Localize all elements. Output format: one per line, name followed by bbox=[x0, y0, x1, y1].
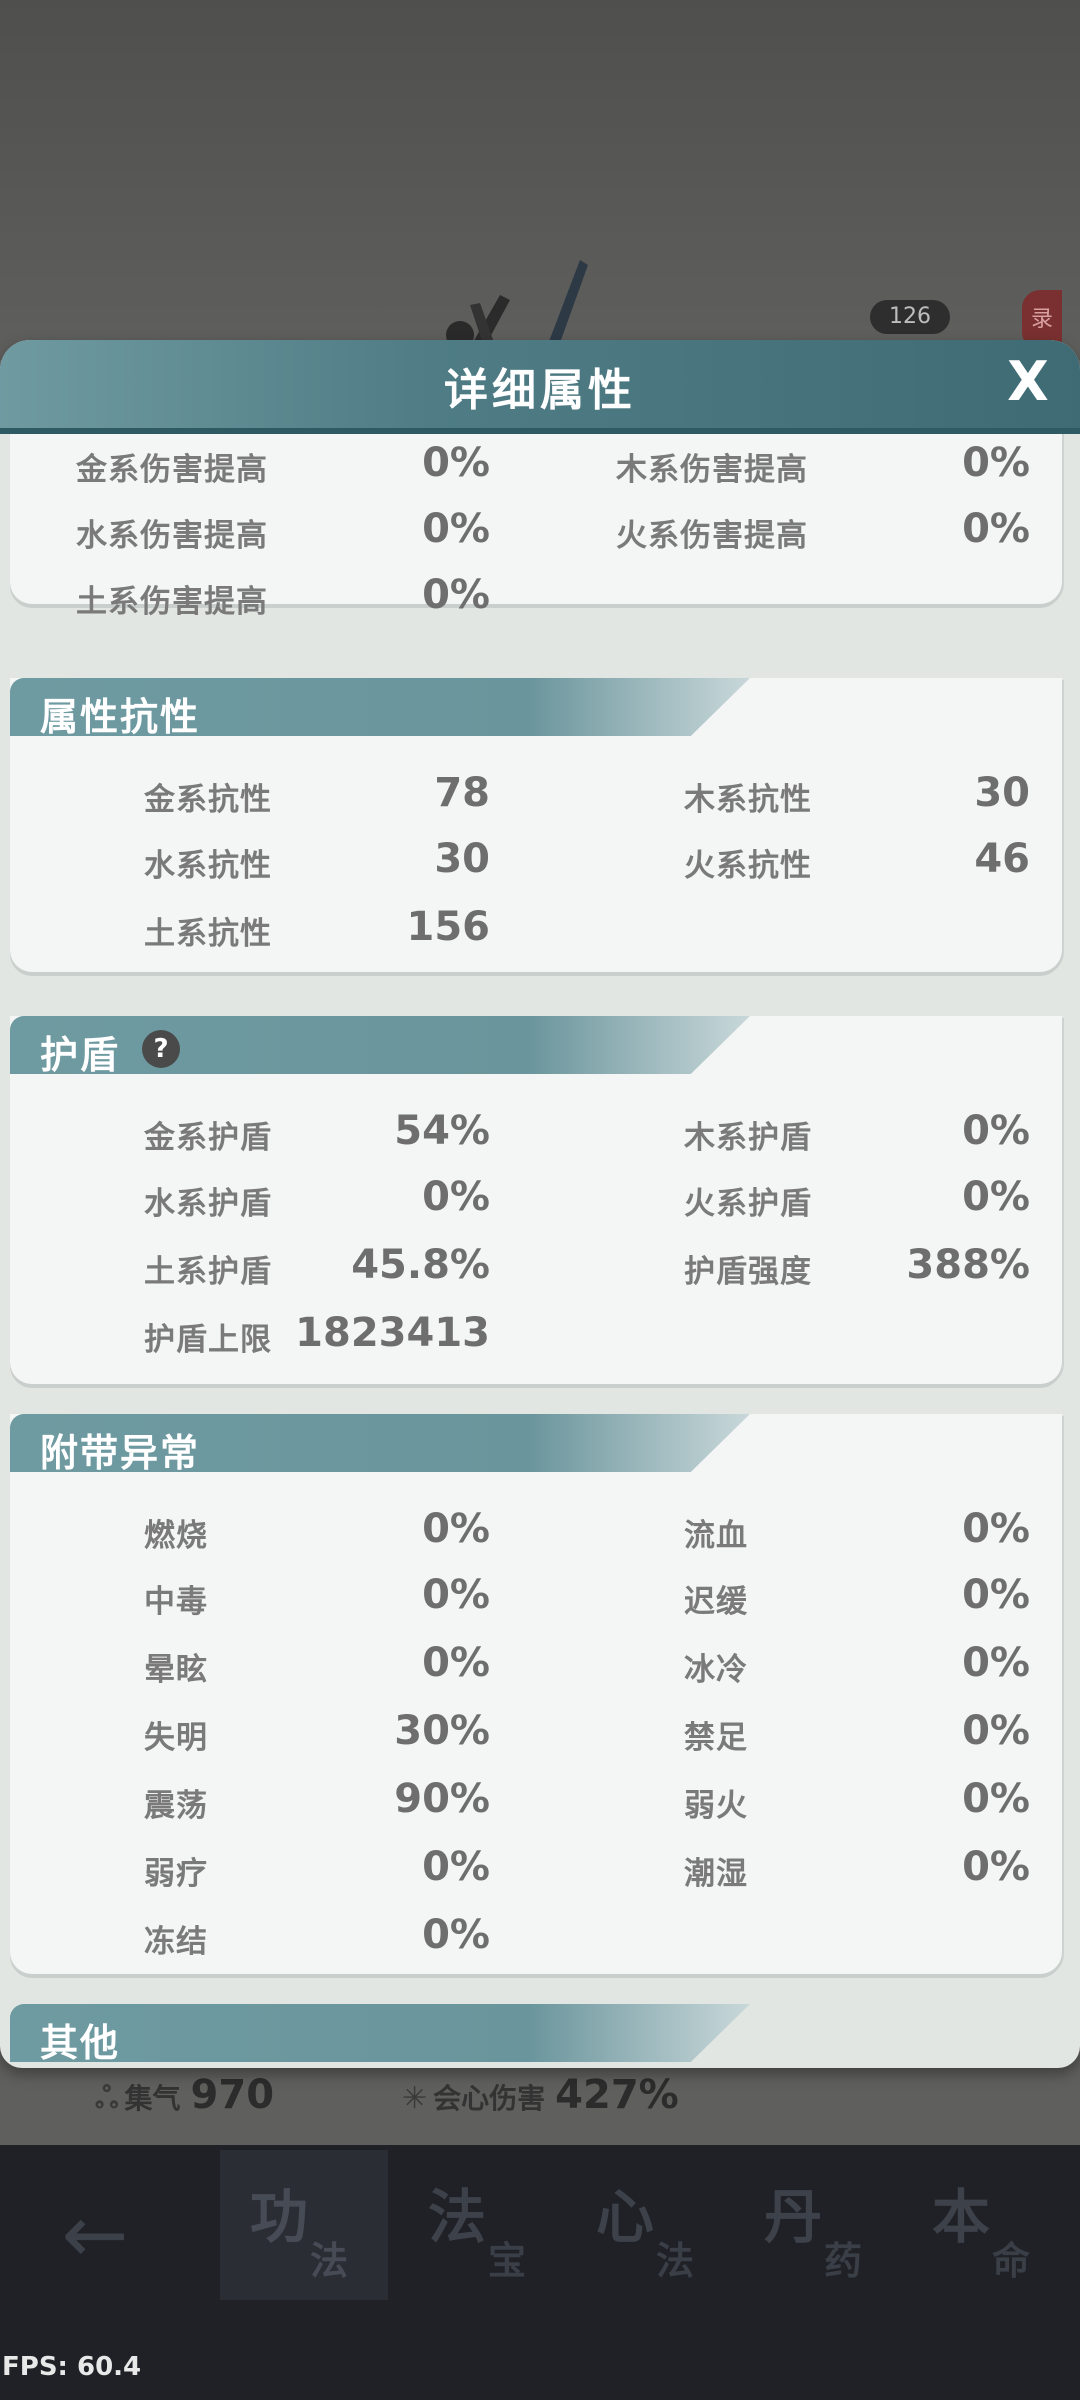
stat-value: 30 bbox=[974, 770, 1030, 816]
stat-label: 震荡 bbox=[144, 1788, 208, 1824]
level-badge: 126 bbox=[870, 300, 950, 334]
tab-gongfa[interactable]: 功 法 bbox=[220, 2150, 388, 2300]
stat-value: 0% bbox=[962, 1640, 1030, 1686]
tab-label: 命 bbox=[992, 2239, 1031, 2283]
stat-label: 中毒 bbox=[144, 1584, 208, 1620]
stat-value: 156 bbox=[406, 904, 491, 950]
stat-value: 1823413 bbox=[295, 1310, 490, 1356]
swirl-icon: ஃ bbox=[95, 2081, 119, 2116]
dialog-title: 详细属性 bbox=[444, 365, 636, 416]
stat-value: 0% bbox=[422, 572, 490, 618]
abnormal-card: 燃烧 0% 流血 0% 中毒 0% 迟缓 0% 晕眩 0% 冰冷 0% 失明 3… bbox=[10, 1414, 1062, 1974]
stat-value: 0% bbox=[422, 1174, 490, 1220]
stat-label: 集气 bbox=[124, 2082, 181, 2115]
tab-danyao[interactable]: 丹 药 bbox=[734, 2150, 902, 2300]
tab-icon-text: 丹 bbox=[764, 2183, 823, 2251]
stat-value: 388% bbox=[906, 1242, 1030, 1288]
stat-value: 0% bbox=[422, 1844, 490, 1890]
stat-label: 会心伤害 bbox=[433, 2082, 546, 2115]
stat-label: 流血 bbox=[684, 1518, 748, 1554]
stat-value: 0% bbox=[422, 1506, 490, 1552]
stat-value: 90% bbox=[394, 1776, 490, 1822]
tab-benming[interactable]: 本 命 bbox=[902, 2150, 1070, 2300]
stat-value: 0% bbox=[422, 1912, 490, 1958]
stat-label: 燃烧 bbox=[144, 1518, 208, 1554]
tab-xinfa[interactable]: 心 法 bbox=[566, 2150, 734, 2300]
stat-label: 迟缓 bbox=[684, 1584, 748, 1620]
stat-value: 0% bbox=[422, 440, 490, 486]
stat-value: 0% bbox=[422, 1640, 490, 1686]
detail-attributes-dialog: 详细属性 X 金系伤害提高 0% 木系伤害提高 0% 水系伤害提高 0% 火系伤… bbox=[0, 340, 1080, 2068]
damage-boost-card: 金系伤害提高 0% 木系伤害提高 0% 水系伤害提高 0% 火系伤害提高 0% … bbox=[10, 434, 1062, 620]
section-title: 护盾 bbox=[40, 1033, 121, 1077]
section-title: 附带异常 bbox=[40, 1431, 201, 1475]
crit-star-icon: ✳ bbox=[402, 2081, 428, 2116]
section-header-resistance: 属性抗性 bbox=[10, 678, 750, 736]
stat-value: 0% bbox=[962, 1708, 1030, 1754]
stat-value: 30% bbox=[394, 1708, 490, 1754]
back-arrow-icon[interactable]: ← bbox=[40, 2190, 150, 2280]
stat-value: 0% bbox=[422, 1572, 490, 1618]
tab-label: 法 bbox=[310, 2239, 349, 2283]
stat-value: 0% bbox=[962, 1572, 1030, 1618]
stat-value: 970 bbox=[190, 2072, 275, 2118]
tab-icon-text: 本 bbox=[932, 2183, 991, 2251]
stat-value: 0% bbox=[962, 440, 1030, 486]
help-icon[interactable]: ? bbox=[142, 1030, 180, 1068]
section-header-other: 其他 bbox=[10, 2004, 750, 2062]
tab-label: 宝 bbox=[488, 2239, 527, 2283]
section-title: 属性抗性 bbox=[40, 695, 201, 739]
stat-label: 冰冷 bbox=[684, 1652, 748, 1688]
close-button[interactable]: X bbox=[996, 350, 1060, 414]
tab-label: 法 bbox=[656, 2239, 695, 2283]
stat-value: 54% bbox=[394, 1108, 490, 1154]
stat-label: 晕眩 bbox=[144, 1652, 208, 1688]
tab-icon-text: 法 bbox=[428, 2183, 487, 2251]
stat-value: 0% bbox=[962, 1506, 1030, 1552]
stat-label: 禁足 bbox=[684, 1720, 748, 1756]
stat-label: 弱火 bbox=[684, 1788, 748, 1824]
tab-icon-text: 功 bbox=[250, 2183, 309, 2251]
stat-label: 冻结 bbox=[144, 1924, 208, 1960]
stat-value: 0% bbox=[422, 506, 490, 552]
section-header-abnormal: 附带异常 bbox=[10, 1414, 750, 1472]
stat-value: 0% bbox=[962, 1174, 1030, 1220]
stat-value: 0% bbox=[962, 1844, 1030, 1890]
stat-value: 0% bbox=[962, 506, 1030, 552]
stat-value: 46 bbox=[974, 836, 1030, 882]
dialog-header: 详细属性 X bbox=[0, 340, 1080, 434]
stat-value: 45.8% bbox=[351, 1242, 490, 1288]
stat-crit: ✳ 会心伤害 427% bbox=[402, 2060, 679, 2130]
stat-qi: ஃ 集气 970 bbox=[95, 2060, 274, 2130]
section-title: 其他 bbox=[40, 2021, 121, 2065]
tab-label: 药 bbox=[824, 2239, 863, 2283]
stat-label: 潮湿 bbox=[684, 1856, 748, 1892]
section-header-shield: 护盾 ? bbox=[10, 1016, 750, 1074]
stat-value: 78 bbox=[434, 770, 490, 816]
tab-fabao[interactable]: 法 宝 bbox=[398, 2150, 566, 2300]
stat-value: 30 bbox=[434, 836, 490, 882]
attributes-scroll-area[interactable]: 金系伤害提高 0% 木系伤害提高 0% 水系伤害提高 0% 火系伤害提高 0% … bbox=[0, 434, 1080, 2068]
stat-value: 0% bbox=[962, 1776, 1030, 1822]
stat-value: 0% bbox=[962, 1108, 1030, 1154]
stat-label: 失明 bbox=[144, 1720, 208, 1756]
stat-value: 427% bbox=[555, 2072, 679, 2118]
fps-counter: FPS: 60.4 bbox=[2, 2352, 142, 2382]
tab-icon-text: 心 bbox=[596, 2183, 655, 2251]
stat-label: 弱疗 bbox=[144, 1856, 208, 1892]
